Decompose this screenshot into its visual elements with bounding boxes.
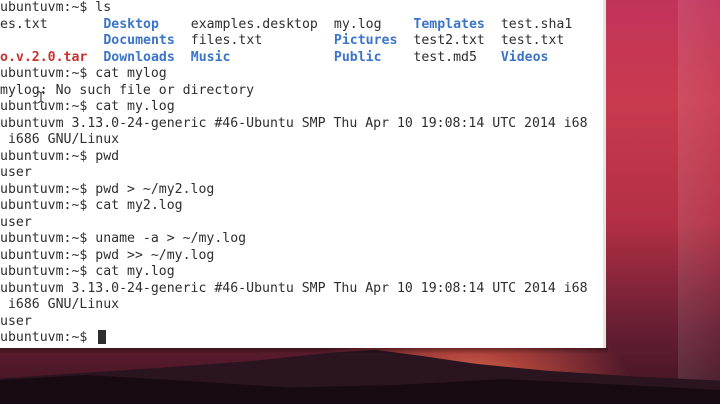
terminal-window[interactable]: ubuntuvm:~$ ls es.txt Desktop examples.desk…	[0, 0, 606, 348]
terminal-line: mylog: No such file or directory	[0, 83, 606, 100]
ls-file-entry: files.txt	[190, 33, 263, 48]
terminal-line: ubuntuvm:~$ cat my.log	[0, 264, 606, 281]
terminal-line: i686 GNU/Linux	[0, 132, 606, 149]
terminal-line-text: i686 GNU/Linux	[0, 297, 120, 312]
terminal-line-text: ubuntuvm:~$ cat my.log	[0, 99, 175, 114]
terminal-line-text: ubuntuvm:~$ cat my2.log	[0, 198, 183, 213]
desktop-side-strip	[678, 0, 720, 404]
terminal-line: es.txt Desktop examples.desktop my.log Templ…	[0, 17, 606, 34]
terminal-line-text: user	[0, 214, 32, 230]
terminal-line-text: user	[0, 313, 32, 329]
terminal-line-text: i686 GNU/Linux	[0, 132, 120, 147]
terminal-line-text: ubuntuvm 3.13.0-24-generic #46-Ubuntu SM…	[0, 280, 588, 296]
ls-directory-entry: Downloads	[103, 49, 175, 65]
terminal-line-text: ubuntuvm:~$ uname -a > ~/my.log	[0, 231, 247, 246]
terminal-line-text: ubuntuvm 3.13.0-24-generic #46-Ubuntu SM…	[0, 115, 588, 131]
terminal-scrollbar[interactable]	[603, 0, 606, 348]
ls-directory-entry: Public	[333, 49, 382, 65]
ls-directory-entry: Templates	[413, 16, 485, 32]
ls-file-entry: examples.desktop	[190, 16, 318, 32]
ls-file-entry: test.sha1	[500, 16, 573, 32]
ls-directory-entry: Music	[190, 49, 231, 65]
terminal-line: ubuntuvm:~$ cat my.log	[0, 99, 606, 116]
terminal-line: i686 GNU/Linux	[0, 297, 606, 314]
terminal-line: user	[0, 165, 606, 182]
text-cursor-icon	[37, 91, 45, 103]
terminal-line-text: ubuntuvm:~$	[0, 330, 96, 345]
ls-directory-entry: Videos	[500, 49, 549, 65]
desktop-wallpaper: ubuntuvm:~$ ls es.txt Desktop examples.desk…	[0, 0, 720, 404]
ls-directory-entry: Pictures	[333, 33, 398, 48]
terminal-line: ubuntuvm 3.13.0-24-generic #46-Ubuntu SM…	[0, 281, 606, 298]
terminal-line: user	[0, 314, 606, 331]
terminal-line: Documents files.txt Pictures test2.txt test.…	[0, 33, 606, 50]
terminal-shadow	[0, 348, 608, 354]
ls-directory-entry: Desktop	[103, 16, 159, 32]
terminal-line: ubuntuvm:~$ pwd >> ~/my.log	[0, 248, 606, 265]
terminal-line: ubuntuvm:~$ cat mylog	[0, 66, 606, 83]
terminal-output[interactable]: ubuntuvm:~$ ls es.txt Desktop examples.desk…	[0, 0, 606, 347]
terminal-line: user	[0, 215, 606, 232]
ls-file-entry: test.md5	[413, 49, 477, 65]
terminal-cursor	[98, 330, 107, 344]
terminal-line-text: ubuntuvm:~$ cat my.log	[0, 264, 175, 279]
terminal-line: ubuntuvm:~$ ls	[0, 0, 606, 17]
ls-file-entry: my.log	[333, 16, 382, 32]
terminal-prompt-line: ubuntuvm:~$	[0, 330, 606, 347]
ls-file-entry: test2.txt	[413, 33, 485, 48]
terminal-line: ubuntuvm 3.13.0-24-generic #46-Ubuntu SM…	[0, 116, 606, 133]
terminal-line-text: user	[0, 165, 32, 180]
terminal-line-text: ubuntuvm:~$ pwd	[0, 148, 120, 164]
terminal-line: ubuntuvm:~$ pwd	[0, 149, 606, 166]
ls-file-entry: o.v.2.0.tar	[0, 49, 88, 65]
terminal-line: ubuntuvm:~$ pwd > ~/my2.log	[0, 182, 606, 199]
terminal-line: ubuntuvm:~$ cat my2.log	[0, 198, 606, 215]
ls-directory-entry: Documents	[103, 33, 175, 48]
terminal-line: o.v.2.0.tar Downloads Music Public test.md5 V…	[0, 50, 606, 67]
terminal-line-text: ubuntuvm:~$ cat mylog	[0, 66, 167, 81]
terminal-line-text: ubuntuvm:~$ pwd >> ~/my.log	[0, 247, 215, 263]
terminal-line-text: ubuntuvm:~$ pwd > ~/my2.log	[0, 181, 215, 197]
terminal-line-text: ubuntuvm:~$ ls	[0, 0, 112, 15]
terminal-line: ubuntuvm:~$ uname -a > ~/my.log	[0, 231, 606, 248]
ls-file-entry: test.txt	[500, 33, 565, 48]
ls-file-entry: es.txt	[0, 16, 48, 32]
